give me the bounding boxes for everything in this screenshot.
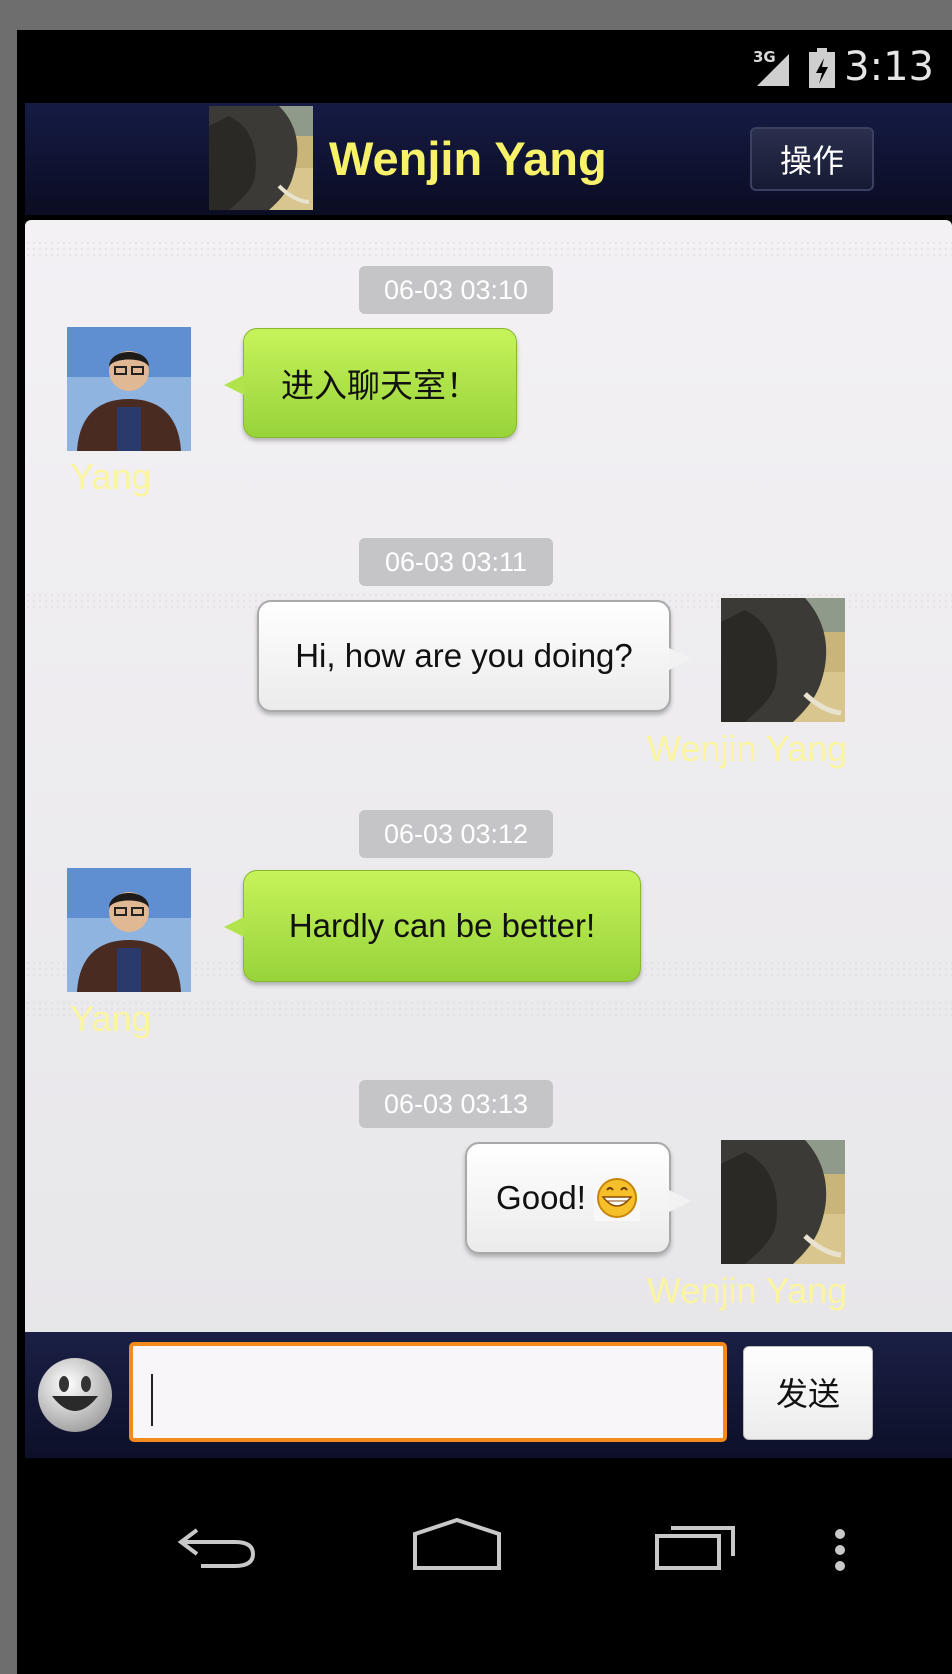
bubble-tail xyxy=(669,648,691,670)
message-bubble-sent[interactable]: Good! xyxy=(465,1142,691,1254)
bubble-tail xyxy=(669,1190,691,1212)
back-icon[interactable] xyxy=(175,1524,259,1570)
sender-name: Yang xyxy=(70,456,152,497)
message-bubble-received[interactable]: 进入聊天室！ xyxy=(224,328,517,438)
emoji-picker-button[interactable] xyxy=(36,1356,114,1434)
status-bar: 3G 3:13 xyxy=(17,30,952,102)
chat-title: Wenjin Yang xyxy=(329,132,607,185)
sender-name: Wenjin Yang xyxy=(647,1270,848,1311)
send-button[interactable]: 发送 xyxy=(743,1346,873,1440)
bubble-tail xyxy=(224,375,244,395)
user-avatar-wenjin[interactable] xyxy=(721,598,845,722)
message-timestamp: 06-03 03:13 xyxy=(359,1080,553,1128)
user-avatar-yang[interactable] xyxy=(67,327,191,451)
message-text: Good! xyxy=(496,1179,586,1216)
overflow-menu-icon[interactable] xyxy=(833,1528,847,1572)
message-timestamp: 06-03 03:11 xyxy=(359,538,553,586)
bubble-tail xyxy=(224,917,244,937)
message-list[interactable]: 06-03 03:10 Yang 进入聊天室！ 06-03 03:11 Hi, … xyxy=(25,220,952,1342)
composer-bar: 发送 xyxy=(25,1332,952,1458)
background-stripe xyxy=(25,1000,952,1016)
contact-avatar-elephant[interactable] xyxy=(209,106,313,210)
message-bubble-sent[interactable]: Hi, how are you doing? xyxy=(257,600,691,712)
sender-name: Yang xyxy=(70,998,152,1039)
message-text: Hi, how are you doing? xyxy=(295,637,633,674)
message-text: Hardly can be better! xyxy=(288,907,596,944)
user-avatar-yang[interactable] xyxy=(67,868,191,992)
phone-screen: 3G 3:13 Wenjin Yang 操作 06-03 03:10 Yang … xyxy=(17,30,952,1674)
message-input[interactable] xyxy=(129,1342,727,1442)
home-icon[interactable] xyxy=(411,1516,503,1572)
message-text: 进入聊天室！ xyxy=(281,367,479,404)
actions-button[interactable]: 操作 xyxy=(750,127,874,191)
sender-name: Wenjin Yang xyxy=(647,728,848,769)
status-time: 3:13 xyxy=(844,44,934,90)
message-bubble-received[interactable]: Hardly can be better! xyxy=(224,870,641,982)
message-timestamp: 06-03 03:12 xyxy=(359,810,553,858)
navigation-bar xyxy=(17,1460,952,1674)
grinning-face-emoji xyxy=(593,1175,640,1221)
recent-apps-icon[interactable] xyxy=(653,1520,739,1572)
chat-header: Wenjin Yang 操作 xyxy=(25,103,952,215)
signal-icon xyxy=(757,54,789,86)
text-cursor xyxy=(151,1374,153,1426)
user-avatar-wenjin[interactable] xyxy=(721,1140,845,1264)
battery-icon xyxy=(809,48,835,88)
message-timestamp: 06-03 03:10 xyxy=(359,266,553,314)
background-stripe xyxy=(25,240,952,256)
